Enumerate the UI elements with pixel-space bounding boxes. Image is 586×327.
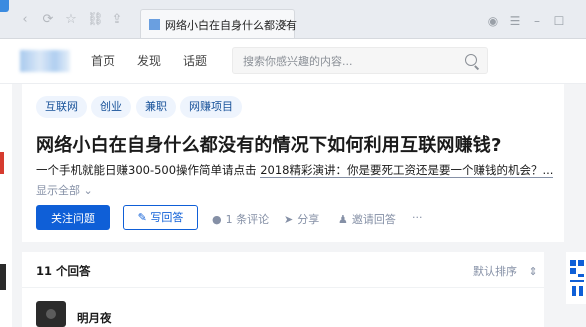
paper-plane-icon: ➤: [284, 213, 294, 226]
browser-tab[interactable]: 网络小白在自身什么都没有 ×: [140, 9, 297, 38]
question-detail-link[interactable]: 2018精彩演讲：你是要死工资还是要一个赚钱的机会？...: [260, 163, 554, 178]
search-box: [232, 47, 488, 74]
left-edge-panel: [0, 84, 12, 327]
share-icon[interactable]: ⇪: [110, 13, 124, 27]
invite-label: 邀请回答: [351, 213, 396, 226]
sort-label: 默认排序: [473, 265, 517, 278]
window-badge-icon: [0, 0, 9, 12]
site-logo[interactable]: [20, 50, 70, 72]
share-label: 分享: [297, 213, 320, 226]
follow-question-button[interactable]: 关注问题: [36, 205, 110, 230]
chevron-down-icon: ⌄: [83, 184, 93, 197]
user-icon[interactable]: ◉: [486, 14, 500, 28]
question-title: 网络小白在自身什么都没有的情况下如何利用互联网赚钱?: [36, 135, 502, 156]
back-icon[interactable]: ‹: [18, 13, 32, 27]
site-header: 首页 发现 话题: [0, 39, 586, 84]
search-icon[interactable]: [465, 54, 477, 66]
nav-explore[interactable]: 发现: [137, 52, 161, 69]
search-input[interactable]: [241, 52, 455, 71]
topic-tag[interactable]: 互联网: [36, 96, 87, 118]
comment-button[interactable]: ● 1 条评论: [212, 211, 269, 227]
refresh-icon[interactable]: ⟳: [41, 13, 55, 27]
sort-dropdown[interactable]: 默认排序 ⇕: [473, 263, 538, 279]
show-all-link[interactable]: 显示全部 ⌄: [36, 182, 93, 198]
comment-label: 1 条评论: [225, 213, 270, 226]
invite-answer-button[interactable]: ♟ 邀请回答: [338, 211, 396, 227]
question-detail: 一个手机就能日赚300-500操作简单请点击 2018精彩演讲：你是要死工资还是…: [36, 162, 554, 178]
nav-topics[interactable]: 话题: [183, 52, 207, 69]
question-detail-text: 一个手机就能日赚300-500操作简单请点击: [36, 163, 257, 177]
pen-icon: ✎: [137, 211, 147, 224]
edge-decoration: [0, 152, 4, 174]
favicon-icon: [149, 19, 160, 30]
answer-count: 11 个回答: [36, 264, 91, 278]
avatar[interactable]: [36, 301, 66, 327]
person-plus-icon: ♟: [338, 213, 348, 226]
edge-decoration: [0, 264, 6, 290]
divider: [22, 287, 544, 288]
write-answer-button[interactable]: ✎ 写回答: [123, 205, 198, 230]
minimize-icon[interactable]: –: [530, 14, 544, 28]
author-name[interactable]: 明月夜: [77, 310, 112, 326]
more-button[interactable]: ···: [412, 211, 423, 224]
qr-code-icon[interactable]: [570, 260, 584, 298]
topic-tag[interactable]: 网赚项目: [180, 96, 242, 118]
tab-close-button[interactable]: ×: [278, 16, 288, 30]
menu-icon[interactable]: ☰: [508, 14, 522, 28]
browser-toolbar: ‹ ⟳ ☆ ⛓ ⇪ 网络小白在自身什么都没有 × ◉ ☰ – ☐: [0, 0, 586, 39]
bookmark-star-icon[interactable]: ☆: [64, 13, 78, 27]
link-icon[interactable]: ⛓: [87, 13, 104, 27]
write-answer-label: 写回答: [150, 211, 184, 224]
nav-home[interactable]: 首页: [91, 52, 115, 69]
share-button[interactable]: ➤ 分享: [284, 211, 319, 227]
maximize-icon[interactable]: ☐: [552, 14, 566, 28]
comment-icon: ●: [212, 213, 222, 226]
sort-toggle-icon: ⇕: [528, 265, 538, 278]
topic-tag[interactable]: 兼职: [136, 96, 176, 118]
show-all-label: 显示全部: [36, 184, 80, 197]
topic-tag[interactable]: 创业: [91, 96, 131, 118]
